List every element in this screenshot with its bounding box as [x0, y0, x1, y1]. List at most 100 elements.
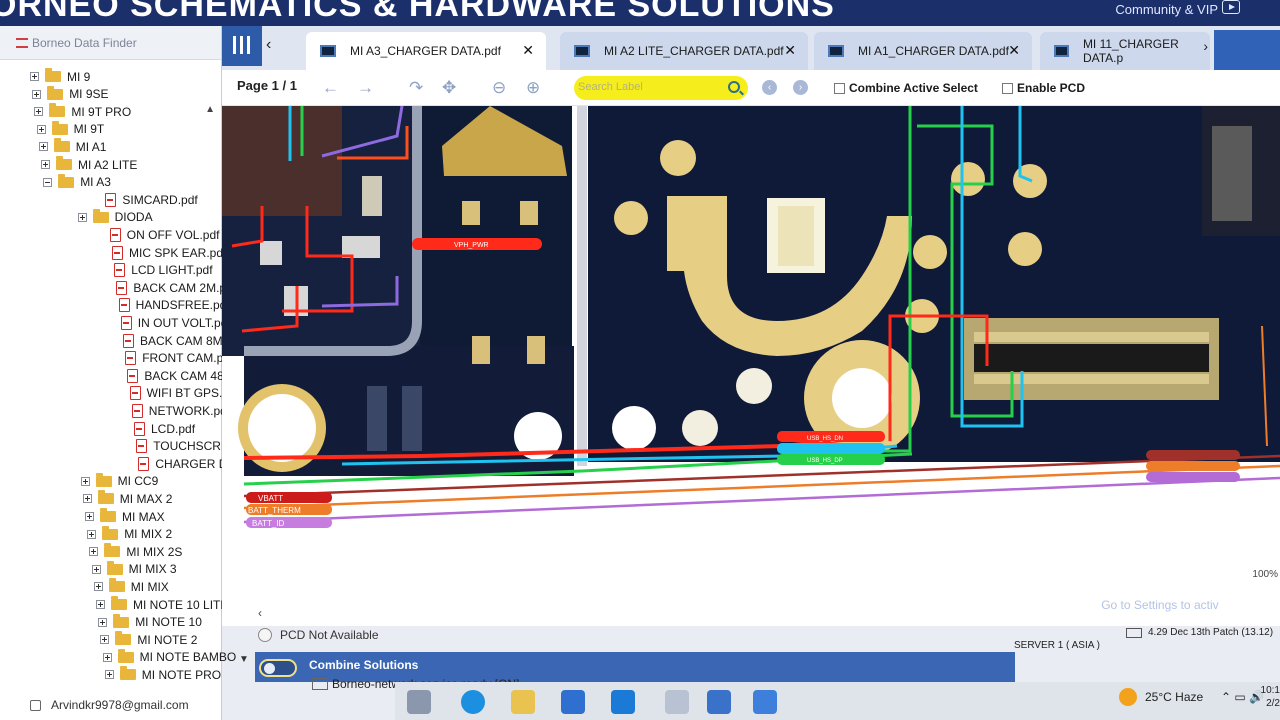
- enable-pcd-checkbox[interactable]: Enable PCD: [1002, 81, 1085, 95]
- tree-file-item[interactable]: ON OFF VOL.pdf: [109, 226, 220, 243]
- tree-file-item[interactable]: BACK CAM 2M.pdf: [116, 279, 236, 296]
- data-finder-bar[interactable]: Borneo Data Finder: [0, 26, 221, 60]
- expand-plus-icon[interactable]: [89, 547, 99, 557]
- search-label-input[interactable]: Search Label: [574, 76, 748, 100]
- edge-browser-icon[interactable]: [461, 690, 485, 714]
- file-explorer-icon[interactable]: [511, 690, 535, 714]
- expand-plus-icon[interactable]: [96, 600, 105, 609]
- net-tag-batt-therm-right[interactable]: [1146, 461, 1240, 471]
- expand-plus-icon[interactable]: [93, 582, 103, 592]
- tree-folder-item[interactable]: MI A2 LITE: [41, 156, 137, 173]
- tree-folder-item[interactable]: MI NOTE 2: [100, 631, 197, 648]
- tree-folder-item[interactable]: MI NOTE 10: [98, 613, 202, 631]
- combine-solutions-toggle[interactable]: [259, 659, 297, 677]
- tab-document-1[interactable]: MI A3_CHARGER DATA.pdf ✕: [306, 32, 546, 70]
- expand-plus-icon[interactable]: [102, 652, 112, 662]
- tab-document-2[interactable]: MI A2 LITE_CHARGER DATA.pdf ✕: [560, 32, 808, 70]
- pcd-radio[interactable]: [258, 628, 272, 642]
- taskbar-clock[interactable]: 10:1 2/2: [1261, 684, 1280, 710]
- share-icon[interactable]: ↷: [409, 78, 423, 98]
- arrow-right-icon[interactable]: →: [357, 78, 374, 98]
- tab-scroll-left-icon[interactable]: ‹: [266, 36, 271, 54]
- expand-plus-icon[interactable]: [77, 212, 87, 222]
- close-icon[interactable]: ✕: [784, 42, 796, 59]
- close-icon[interactable]: ✕: [1008, 42, 1020, 59]
- pcd-status[interactable]: PCD Not Available: [258, 628, 379, 642]
- search-icon[interactable]: [728, 81, 740, 93]
- mail-icon[interactable]: [611, 690, 635, 714]
- net-tag-batt-id-right[interactable]: [1146, 472, 1240, 482]
- net-tag-vbatt-right[interactable]: [1146, 450, 1240, 460]
- chat-icon[interactable]: [707, 690, 731, 714]
- expand-plus-icon[interactable]: [41, 160, 50, 169]
- tree-file-item[interactable]: FRONT CAM.pdf: [125, 350, 233, 367]
- weather-widget[interactable]: 25°C Haze: [1119, 688, 1203, 706]
- net-tag-usb-dp[interactable]: [777, 443, 885, 454]
- tab-scroll-right-icon[interactable]: ›: [1203, 38, 1208, 54]
- tree-file-item[interactable]: MIC SPK EAR.pdf: [112, 244, 226, 261]
- tree-folder-item[interactable]: MI MIX 2S: [89, 543, 182, 560]
- tree-folder-item[interactable]: MI 9SE: [32, 85, 109, 103]
- pan-move-icon[interactable]: ✥: [442, 78, 456, 98]
- filter-settings-button[interactable]: [222, 26, 262, 66]
- expand-plus-icon[interactable]: [30, 72, 39, 81]
- expand-plus-icon[interactable]: [34, 107, 44, 117]
- tree-folder-item[interactable]: MI 9: [30, 68, 90, 85]
- checkbox-box[interactable]: [834, 82, 845, 94]
- expand-plus-icon[interactable]: [91, 564, 101, 574]
- collapse-minus-icon[interactable]: [43, 177, 53, 187]
- tree-folder-item[interactable]: MI MIX: [93, 578, 169, 595]
- tree-folder-item[interactable]: MI NOTE PRO: [104, 666, 221, 683]
- tree-file-item[interactable]: HANDSFREE.pdf: [118, 297, 230, 314]
- expand-plus-icon[interactable]: [36, 124, 46, 134]
- tree-folder-item[interactable]: MI 9T: [36, 120, 104, 138]
- expand-plus-icon[interactable]: [82, 494, 92, 504]
- start-icon[interactable]: [407, 690, 431, 714]
- store-icon[interactable]: [561, 690, 585, 714]
- tree-file-item[interactable]: NETWORK.pdf: [131, 402, 230, 419]
- tree-folder-item[interactable]: MI A3: [43, 173, 111, 191]
- tree-file-item[interactable]: IN OUT VOLT.pdf: [120, 314, 231, 331]
- system-tray-icons[interactable]: ⌃ ▭ 🔊: [1221, 690, 1264, 704]
- schematic-viewer[interactable]: VPH_PWR USB_HS_DN USB_HS_DP VBATT BATT_T…: [222, 106, 1280, 626]
- expand-plus-icon[interactable]: [80, 476, 90, 486]
- tree-folder-item[interactable]: MI 9T PRO: [34, 103, 131, 120]
- checkbox-box[interactable]: [1002, 82, 1013, 94]
- tree-collapse-caret-icon[interactable]: ▲: [205, 104, 215, 115]
- tree-folder-item[interactable]: MI MAX 2: [82, 490, 172, 507]
- combine-active-select-checkbox[interactable]: Combine Active Select: [834, 81, 978, 95]
- tree-folder-item[interactable]: MI A1: [38, 138, 106, 155]
- tree-folder-item[interactable]: MI MAX: [85, 508, 165, 525]
- zoom-in-icon[interactable]: ⊕: [526, 78, 540, 98]
- community-link[interactable]: Community & VIP: [1115, 2, 1218, 17]
- previous-result-icon[interactable]: ‹: [762, 80, 777, 95]
- tree-folder-item[interactable]: MI NOTE 10 LITE: [96, 596, 228, 613]
- tab-document-4[interactable]: MI 11_CHARGER DATA.p: [1040, 32, 1210, 70]
- expand-plus-icon[interactable]: [100, 635, 110, 645]
- tree-file-item[interactable]: LCD.pdf: [134, 420, 195, 437]
- scroll-left-icon[interactable]: ‹: [258, 606, 262, 620]
- expand-plus-icon[interactable]: [87, 529, 97, 539]
- tree-folder-item[interactable]: MI MIX 3: [91, 560, 177, 578]
- account-info[interactable]: Arvindkr9978@gmail.com: [30, 698, 189, 712]
- expand-plus-icon[interactable]: [104, 670, 114, 680]
- expand-caret-icon[interactable]: ▼: [239, 654, 249, 665]
- expand-plus-icon[interactable]: [32, 89, 42, 99]
- youtube-icon[interactable]: [1222, 0, 1240, 14]
- borneo-app-icon[interactable]: [753, 690, 777, 714]
- tree-file-item[interactable]: LCD LIGHT.pdf: [114, 262, 213, 279]
- tree-file-item[interactable]: SIMCARD.pdf: [105, 191, 198, 208]
- expand-plus-icon[interactable]: [38, 142, 48, 152]
- expand-plus-icon[interactable]: [98, 617, 108, 627]
- expand-plus-icon[interactable]: [85, 512, 94, 521]
- tree-folder-item[interactable]: MI NOTE BAMBO: [102, 648, 236, 666]
- zoom-out-icon[interactable]: ⊖: [492, 78, 506, 98]
- app-icon[interactable]: [665, 690, 689, 714]
- tree-folder-item[interactable]: MI CC9: [80, 472, 158, 490]
- close-icon[interactable]: ✕: [522, 42, 534, 59]
- tree-folder-item[interactable]: DIODA: [77, 208, 153, 226]
- arrow-left-icon[interactable]: ←: [322, 78, 339, 98]
- tree-folder-item[interactable]: MI MIX 2: [87, 525, 172, 543]
- next-result-icon[interactable]: ›: [793, 80, 808, 95]
- tab-document-3[interactable]: MI A1_CHARGER DATA.pdf ✕: [814, 32, 1032, 70]
